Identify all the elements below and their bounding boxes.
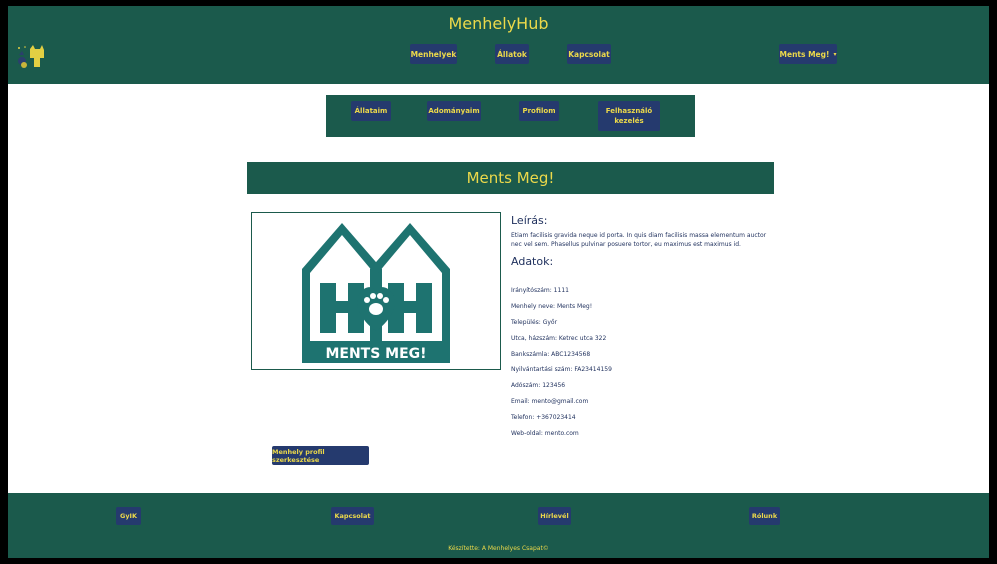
subnav-profilom-button[interactable]: Profilom (519, 101, 559, 121)
page-title: Ments Meg! (247, 162, 774, 194)
field-bankszamla: Bankszámla: ABC1234568 (511, 351, 591, 358)
subnav-adomanyaim-button[interactable]: Adományaim (427, 101, 481, 121)
footer-rolunk-button[interactable]: Rólunk (749, 507, 780, 525)
nav-menhelyek-button[interactable]: Menhelyek (410, 44, 457, 64)
account-dropdown-button[interactable]: Ments Meg! ▾ (779, 44, 837, 64)
shelter-logo-graphic: MENTS MEG! (302, 223, 450, 363)
footer-gyik-button[interactable]: GyIK (116, 507, 141, 525)
logo-text: MENTS MEG! (325, 346, 426, 362)
brand-title[interactable]: MenhelyHub (8, 14, 989, 33)
shelter-info: Leírás: Etiam facilisis gravida neque id… (511, 214, 771, 268)
field-menhely-neve: Menhely neve: Ments Meg! (511, 303, 593, 310)
header: MenhelyHub Menhelyek Állatok Kapcsolat M… (8, 6, 989, 84)
copyright-text: Készítette: A Menhelyes Csapat© (448, 545, 549, 552)
description-heading: Leírás: (511, 214, 548, 227)
profile-subnav: Állataim Adományaim Profilom Felhasználó… (326, 95, 695, 137)
cat-logo-icon[interactable] (16, 43, 50, 71)
description-text: Etiam facilisis gravida neque id porta. … (511, 232, 767, 248)
subnav-allataim-button[interactable]: Állataim (351, 101, 391, 121)
field-iranyitoszam: Irányítószám: 1111 (511, 287, 569, 294)
edit-profile-button[interactable]: Menhely profil szerkesztése (272, 446, 369, 465)
data-heading: Adatok: (511, 255, 554, 268)
field-telepules: Település: Győr (511, 319, 558, 326)
subnav-felhasznalo-kezeles-button[interactable]: Felhasználó kezelés (598, 101, 660, 131)
footer-kapcsolat-button[interactable]: Kapcsolat (331, 507, 374, 525)
account-label: Ments Meg! (779, 49, 830, 59)
field-web-oldal: Web-oldal: mento.com (511, 430, 579, 437)
footer: GyIK Kapcsolat Hírlevél Rólunk Készített… (8, 493, 989, 558)
chevron-down-icon: ▾ (833, 50, 837, 58)
field-nyilvantartasi-szam: Nyilvántartási szám: FA23414159 (511, 366, 612, 373)
field-telefon: Telefon: +367023414 (511, 414, 576, 421)
nav-kapcsolat-button[interactable]: Kapcsolat (567, 44, 611, 64)
field-adoszam: Adószám: 123456 (511, 382, 566, 389)
footer-hirlevel-button[interactable]: Hírlevél (538, 507, 571, 525)
nav-allatok-button[interactable]: Állatok (495, 44, 529, 64)
field-email: Email: mento@gmail.com (511, 398, 589, 405)
shelter-logo-image: MENTS MEG! (251, 212, 501, 370)
page: MenhelyHub Menhelyek Állatok Kapcsolat M… (8, 6, 989, 558)
field-utca-hazszam: Utca, házszám: Ketrec utca 322 (511, 335, 607, 342)
